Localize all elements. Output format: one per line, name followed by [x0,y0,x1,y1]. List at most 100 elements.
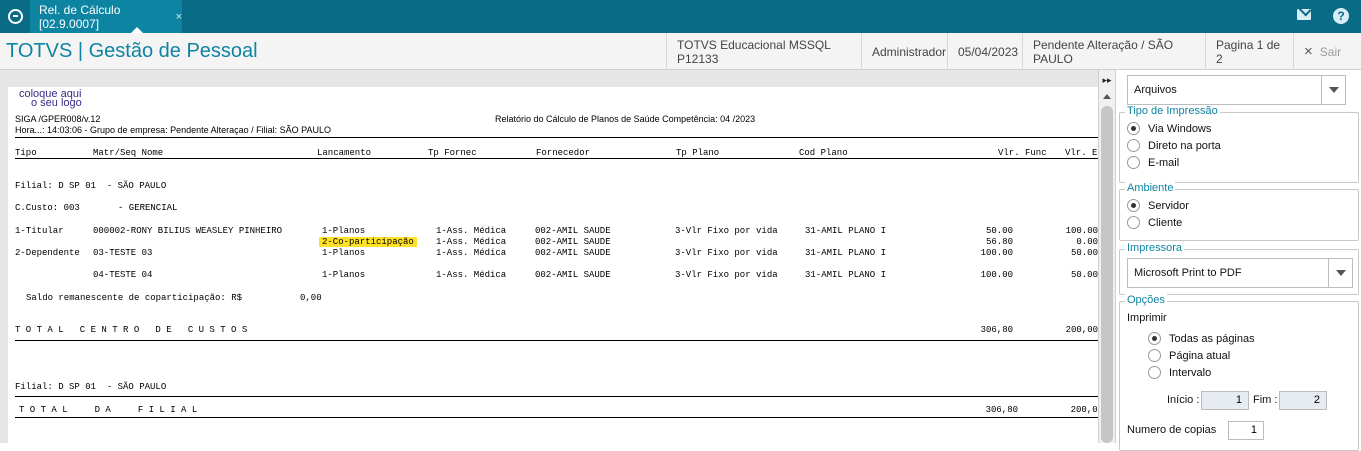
col-fornecedor: Fornecedor [536,148,591,158]
cell-cod: 31-AMIL PLANO I [805,270,887,280]
top-bar: Rel. de Cálculo [02.9.0007] × ? [0,0,1361,33]
printer-select[interactable]: Microsoft Print to PDF [1127,258,1353,288]
col-vlr-e: Vlr. E [1065,148,1098,158]
cell-tpp: 3-Vlr Fixo por vida [675,248,778,258]
cell-vf: 100.00 [980,270,1013,280]
cell-tipo: 2-Dependente [15,248,80,258]
home-button[interactable] [0,0,30,33]
ccusto-label: C.Custo: 003 [15,203,80,213]
cell-vf: 100.00 [980,248,1013,258]
radio-pagina-atual[interactable]: Página atual [1148,349,1230,362]
scroll-up-arrow-icon[interactable] [1103,94,1111,99]
total-cc-label: T O T A L C E N T R O D E C U S T O S [15,325,248,335]
cell-tpf: 1-Ass. Médica [436,248,507,258]
date-info: 05/04/2023 [947,33,1022,70]
radio-icon [1148,349,1161,362]
exit-button[interactable]: × Sair [1293,33,1361,70]
imprimir-label: Imprimir [1127,312,1167,324]
app-header: TOTVS | Gestão de Pessoal TOTVS Educacio… [0,33,1361,70]
user-info: Administrador [861,33,947,70]
ccusto-name: - GERENCIAL [118,203,178,213]
cell-matr: 04-TESTE 04 [93,270,153,280]
radio-cliente[interactable]: Cliente [1127,216,1182,229]
page-info: Pagina 1 de 2 [1205,33,1293,70]
divider [15,417,1098,418]
radio-direto-porta[interactable]: Direto na porta [1127,139,1221,152]
tab-close-icon[interactable]: × [176,11,182,23]
expand-panel-icon[interactable]: ▸▸ [1099,72,1115,88]
report-preview-area[interactable]: coloque aqui o seu logo SIGA /GPER008/v.… [0,70,1098,443]
output-destination-value: Arquivos [1134,84,1177,96]
chevron-down-icon[interactable] [1328,259,1352,287]
radio-servidor[interactable]: Servidor [1127,199,1189,212]
cell-cod: 31-AMIL PLANO I [805,226,887,236]
opcoes-legend: Opções [1125,294,1167,306]
radio-checked-icon [1127,122,1140,135]
inicio-input[interactable]: 1 [1201,391,1249,410]
close-icon: × [1304,43,1313,60]
totvs-logo-icon [7,9,23,24]
ambiente-group: Ambiente Servidor Cliente [1119,182,1359,241]
ambiente-legend: Ambiente [1125,182,1176,194]
total-cc-e: 200,00 [1065,325,1098,335]
radio-icon [1127,216,1140,229]
radio-label: E-mail [1148,156,1180,169]
radio-via-windows[interactable]: Via Windows [1127,122,1211,135]
cell-ve: 100.00 [1065,226,1098,236]
total-filial-label: T O T A L D A F I L I A L [19,405,198,415]
tipo-impressao-legend: Tipo de Impressão [1125,105,1220,117]
radio-label: Página atual [1169,349,1231,362]
fim-input[interactable]: 2 [1279,391,1327,410]
report-scrollbar[interactable]: ▸▸ [1098,70,1115,443]
cell-tipo: 1-Titular [15,226,64,236]
radio-todas-paginas[interactable]: Todas as páginas [1148,332,1255,345]
chevron-down-icon[interactable] [1321,76,1345,104]
col-cod-plano: Cod Plano [799,148,848,158]
cell-forn: 002-AMIL SAUDE [535,226,611,236]
tab-relatorio-calculo[interactable]: Rel. de Cálculo [02.9.0007] × [30,0,182,33]
radio-checked-icon [1148,332,1161,345]
cell-ve: 0.00 [1076,237,1098,247]
environment-info: TOTVS Educacional MSSQL P12133 [666,33,861,70]
cell-forn: 002-AMIL SAUDE [535,237,611,247]
inicio-label: Início : [1167,394,1200,406]
tab-label: Rel. de Cálculo [02.9.0007] [39,2,121,31]
report-page: coloque aqui o seu logo SIGA /GPER008/v.… [8,87,1098,443]
radio-label: Direto na porta [1148,139,1221,152]
radio-intervalo[interactable]: Intervalo [1148,366,1211,379]
report-logo-placeholder: coloque aqui o seu logo [19,89,82,109]
copias-label: Numero de copias [1127,424,1217,436]
radio-label: Cliente [1148,216,1183,229]
divider [15,340,1098,341]
app-title: TOTVS | Gestão de Pessoal [6,40,258,62]
cell-forn: 002-AMIL SAUDE [535,270,611,280]
divider [15,137,1098,138]
tipo-impressao-group: Tipo de Impressão Via Windows Direto na … [1119,105,1359,183]
total-cc-func: 306,80 [980,325,1013,335]
radio-label: Todas as páginas [1169,332,1255,345]
cell-ve: 50.00 [1070,270,1098,280]
cell-tpf: 1-Ass. Médica [436,270,507,280]
impressora-legend: Impressora [1125,242,1185,254]
report-title: Relatório do Cálculo de Planos de Saúde … [495,114,756,124]
copias-input[interactable]: 1 [1228,421,1264,440]
fim-label: Fim : [1253,394,1278,406]
radio-email[interactable]: E-mail [1127,156,1179,169]
cell-forn: 002-AMIL SAUDE [535,248,611,258]
cell-tpf: 1-Ass. Médica [436,226,507,236]
filial-line: Filial: D SP 01 - SÃO PAULO [15,181,167,191]
scrollbar-thumb[interactable] [1101,106,1113,443]
mail-icon[interactable] [1297,9,1311,20]
cell-vf: 56.80 [985,237,1013,247]
exit-label: Sair [1319,44,1342,59]
total-filial-e: 200,00 [1070,405,1098,415]
col-tp-fornec: Tp Fornec [428,148,477,158]
cell-lanc-highlighted: 2-Co-participação [319,237,417,247]
help-icon[interactable]: ? [1333,8,1349,24]
col-matr: Matr/Seq Nome [93,148,164,158]
cell-matr: 000002-RONY BILIUS WEASLEY PINHEIRO [93,226,283,236]
output-destination-select[interactable]: Arquivos [1127,75,1346,105]
radio-icon [1127,156,1140,169]
cell-tpp: 3-Vlr Fixo por vida [675,226,778,236]
cell-matr: 03-TESTE 03 [93,248,153,258]
